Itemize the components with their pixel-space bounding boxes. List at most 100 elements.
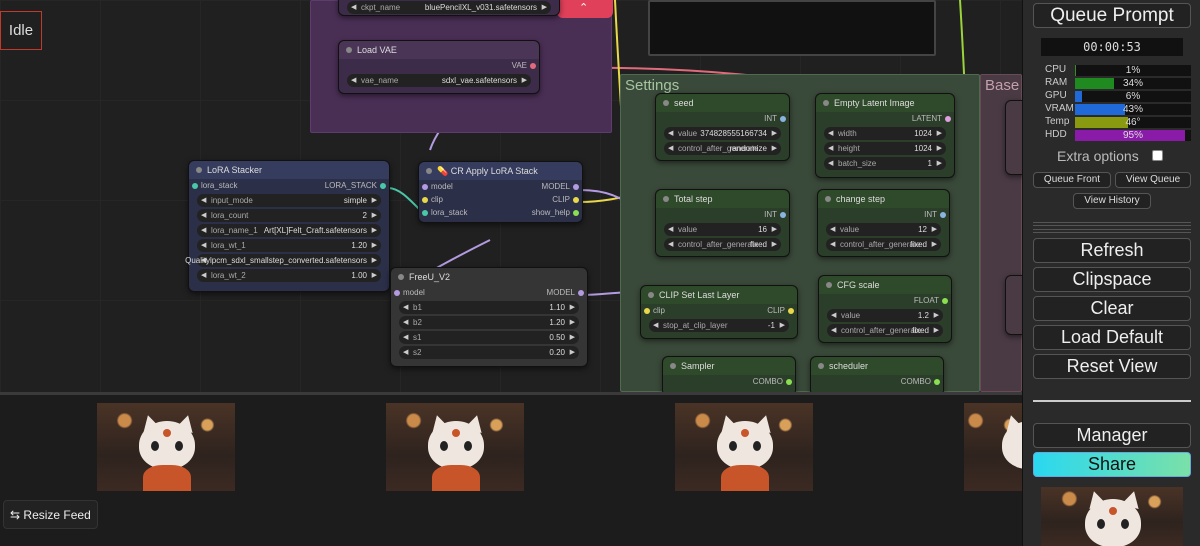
arrow-left-icon[interactable]: ◀ [201, 224, 206, 237]
io-slots[interactable]: clip CLIP [419, 193, 582, 206]
checkpoint-loader-node[interactable]: ◀ ckpt_name bluePencilXL_v031.safetensor… [338, 0, 560, 16]
arrow-left-icon[interactable]: ◀ [653, 319, 658, 332]
arrow-left-icon[interactable]: ◀ [668, 127, 673, 140]
slot-dot[interactable] [380, 182, 386, 189]
arrow-left-icon[interactable]: ◀ [201, 209, 206, 222]
output-slot[interactable]: COMBO [811, 375, 943, 388]
node-widget[interactable]: ◀ b2 1.20 ▶ [399, 316, 579, 329]
slot-dot[interactable] [788, 307, 794, 314]
slot-dot[interactable] [573, 196, 579, 203]
output-slot[interactable]: INT [656, 112, 789, 125]
feed-image[interactable] [386, 403, 524, 491]
empty-latent-node[interactable]: Empty Latent Image LATENT ◀ width 1024 ▶ ◀ h… [815, 93, 955, 178]
io-slots[interactable]: clip CLIP [641, 304, 797, 317]
ckpt-name-widget[interactable]: ◀ ckpt_name bluePencilXL_v031.safetensor… [347, 1, 551, 14]
arrow-right-icon[interactable]: ▶ [570, 301, 575, 314]
arrow-right-icon[interactable]: ▶ [932, 238, 937, 251]
change-step-value-widget[interactable]: ◀ value 12 ▶ [826, 223, 941, 236]
output-slot[interactable]: FLOAT [819, 294, 951, 307]
arrow-right-icon[interactable]: ▶ [934, 309, 939, 322]
slot-dot[interactable] [786, 378, 792, 385]
vae-name-widget[interactable]: ◀ vae_name sdxl_vae.safetensors ▶ [347, 74, 531, 87]
slot-dot[interactable] [942, 297, 948, 304]
arrow-right-icon[interactable]: ▶ [937, 142, 942, 155]
manager-button[interactable]: Manager [1033, 423, 1191, 448]
slot-dot[interactable] [192, 182, 198, 189]
node-widget[interactable]: ◀ lora_name_1 Art[XL]Felt_Craft.safetensor… [197, 224, 381, 237]
collapse-button[interactable]: ⌃ [557, 0, 613, 18]
arrow-right-icon[interactable]: ▶ [372, 269, 377, 282]
arrow-left-icon[interactable]: ◀ [828, 142, 833, 155]
slot-dot[interactable] [578, 289, 584, 296]
clip-set-last-layer-node[interactable]: CLIP Set Last Layer clip CLIP ◀ stop_at_cl… [640, 285, 798, 339]
slot-dot[interactable] [780, 211, 786, 218]
share-button[interactable]: Share [1033, 452, 1191, 477]
arrow-left-icon[interactable]: ◀ [830, 238, 835, 251]
node-widget[interactable]: ◀ s1 0.50 ▶ [399, 331, 579, 344]
node-widget[interactable]: ◀ Qualitylpcm_sdxl_smallstep_converted.sa… [185, 254, 381, 267]
load-default-button[interactable]: Load Default [1033, 325, 1191, 350]
slot-dot[interactable] [945, 115, 951, 122]
base-node-partial[interactable] [1005, 100, 1022, 175]
base-node-partial[interactable] [1005, 275, 1022, 335]
arrow-left-icon[interactable]: ◀ [403, 316, 408, 329]
arrow-left-icon[interactable]: ◀ [403, 331, 408, 344]
io-slots[interactable]: model MODEL [419, 180, 582, 193]
seed-control-widget[interactable]: ◀ control_after_generate randomize ▶ [664, 142, 781, 155]
total-step-control-widget[interactable]: ◀ control_after_generate fixed ▶ [664, 238, 781, 251]
slot-dot[interactable] [644, 307, 650, 314]
arrow-left-icon[interactable]: ◀ [668, 142, 673, 155]
arrow-right-icon[interactable]: ▶ [772, 142, 777, 155]
arrow-left-icon[interactable]: ◀ [403, 346, 408, 359]
arrow-left-icon[interactable]: ◀ [831, 324, 836, 337]
queue-front-button[interactable]: Queue Front [1033, 172, 1111, 188]
clipspace-button[interactable]: Clipspace [1033, 267, 1191, 292]
arrow-left-icon[interactable]: ◀ [201, 194, 206, 207]
slot-dot[interactable] [934, 378, 940, 385]
slot-dot[interactable] [573, 183, 579, 190]
arrow-left-icon[interactable]: ◀ [828, 127, 833, 140]
arrow-left-icon[interactable]: ◀ [201, 239, 206, 252]
arrow-right-icon[interactable]: ▶ [772, 238, 777, 251]
arrow-right-icon[interactable]: ▶ [570, 346, 575, 359]
seed-value-widget[interactable]: ◀ value 374828555166734 ▶ [664, 127, 781, 140]
slot-dot[interactable] [422, 196, 428, 203]
arrow-left-icon[interactable]: ◀ [831, 309, 836, 322]
io-slots[interactable]: model MODEL [391, 286, 587, 299]
node-widget[interactable]: ◀ s2 0.20 ▶ [399, 346, 579, 359]
arrow-right-icon[interactable]: ▶ [937, 157, 942, 170]
height-widget[interactable]: ◀ height 1024 ▶ [824, 142, 946, 155]
arrow-right-icon[interactable]: ▶ [937, 127, 942, 140]
arrow-right-icon[interactable]: ▶ [372, 224, 377, 237]
feed-image[interactable] [97, 403, 235, 491]
arrow-right-icon[interactable]: ▶ [934, 324, 939, 337]
node-widget[interactable]: ◀ lora_count 2 ▶ [197, 209, 381, 222]
arrow-right-icon[interactable]: ▶ [372, 254, 377, 267]
feed-image[interactable] [675, 403, 813, 491]
arrow-left-icon[interactable]: ◀ [201, 269, 206, 282]
feed-image[interactable] [964, 403, 1022, 491]
latest-preview-image[interactable] [1041, 487, 1183, 546]
change-step-control-widget[interactable]: ◀ control_after_generate fixed ▶ [826, 238, 941, 251]
arrow-right-icon[interactable]: ▶ [542, 1, 547, 14]
queue-list-scroll[interactable] [1033, 222, 1191, 226]
lora-stacker-node[interactable]: LoRA Stacker lora_stack LORA_STACK ◀ inpu… [185, 160, 390, 292]
clear-button[interactable]: Clear [1033, 296, 1191, 321]
view-queue-button[interactable]: View Queue [1115, 172, 1191, 188]
arrow-left-icon[interactable]: ◀ [828, 157, 833, 170]
arrow-right-icon[interactable]: ▶ [522, 74, 527, 87]
output-slot[interactable]: COMBO [663, 375, 795, 388]
cr-apply-lora-node[interactable]: 💊 CR Apply LoRA Stack model MODEL clip CLI… [418, 161, 583, 223]
output-slot[interactable]: VAE [339, 59, 539, 72]
slot-dot[interactable] [573, 209, 579, 216]
stop-at-clip-layer-widget[interactable]: ◀ stop_at_clip_layer -1 ▶ [649, 319, 789, 332]
arrow-left-icon[interactable]: ◀ [403, 301, 408, 314]
slot-dot[interactable] [530, 62, 536, 69]
sampler-node[interactable]: Sampler COMBO [662, 356, 796, 392]
io-slots[interactable]: lora_stack show_help [419, 206, 582, 219]
arrow-left-icon[interactable]: ◀ [668, 238, 673, 251]
arrow-right-icon[interactable]: ▶ [372, 194, 377, 207]
freeu-node[interactable]: FreeU_V2 model MODEL ◀ b1 1.10 ▶ ◀ b2 1.20 ▶ ◀ s1 0… [390, 267, 588, 367]
arrow-right-icon[interactable]: ▶ [772, 223, 777, 236]
change-step-node[interactable]: change step INT ◀ value 12 ▶ ◀ control_after… [817, 189, 950, 257]
